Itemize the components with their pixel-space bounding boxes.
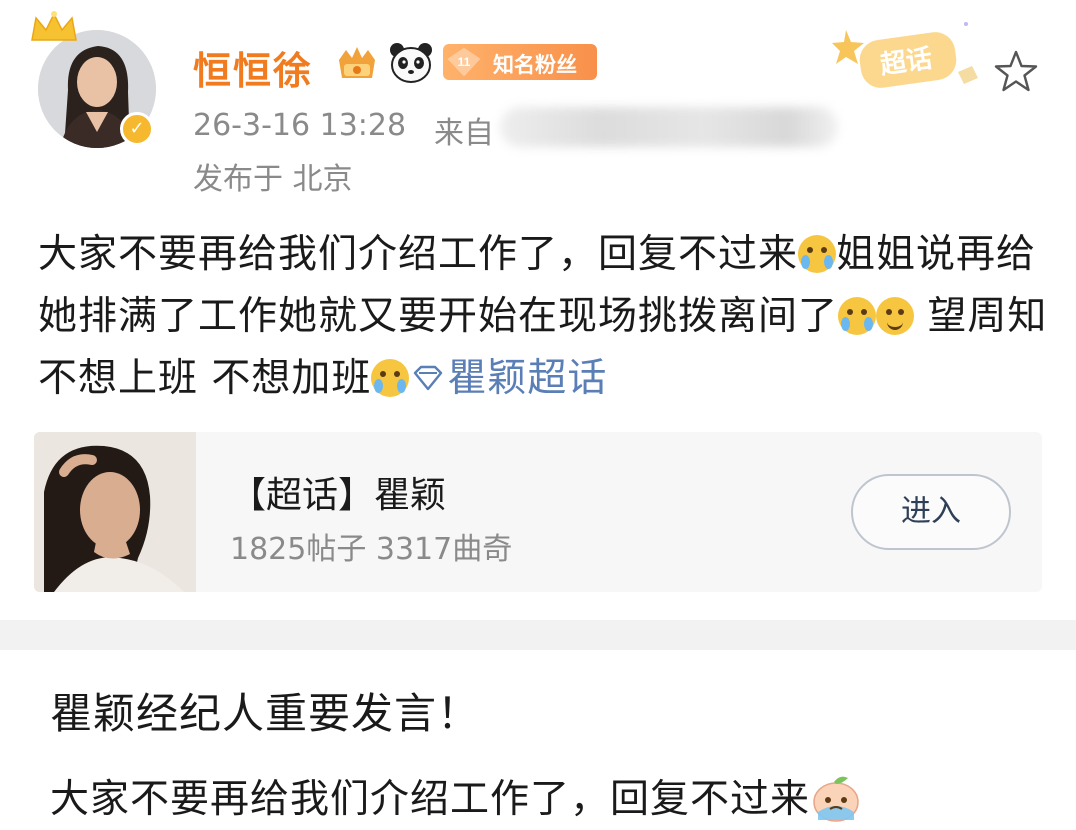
article-headline: 瞿颖经纪人重要发言！ — [50, 689, 481, 738]
post-source-prefix: 来自 — [434, 116, 494, 151]
fan-badge[interactable]: 11 知名粉丝 — [443, 44, 597, 80]
fan-badge-label: 知名粉丝 — [493, 53, 577, 77]
article-body-text: 大家不要再给我们介绍工作了，回复不过来 — [50, 777, 811, 822]
section-divider — [0, 620, 1076, 650]
topic-card-title: 【超话】瞿颖 — [230, 475, 447, 516]
post-location: 发布于 北京 — [193, 162, 353, 197]
vip-crown-badge-icon[interactable] — [336, 44, 378, 82]
avatar-container[interactable]: ✓ — [31, 11, 156, 148]
crying-emoji-icon — [371, 359, 410, 397]
verified-badge-icon: ✓ — [120, 112, 154, 146]
enter-topic-button[interactable]: 进入 — [851, 474, 1011, 550]
crying-peach-emoji-icon — [813, 776, 859, 822]
fan-level-diamond-icon: 11 — [447, 47, 481, 77]
weibo-post-card: ✓ 恒恒徐 11 知名粉丝 26-3-16 13:28 来自 发布于 北京 超话 — [0, 0, 1076, 620]
article-body: 大家不要再给我们介绍工作了，回复不过来 — [50, 768, 862, 824]
super-topic-badge-icon[interactable]: 超话 — [826, 16, 986, 96]
topic-thumbnail — [34, 432, 196, 592]
post-body-text-1: 大家不要再给我们介绍工作了，回复不过来 — [38, 232, 799, 277]
crying-emoji-icon — [838, 297, 877, 335]
crying-emoji-icon — [798, 235, 837, 273]
topic-card-stats: 1825帖子 3317曲奇 — [230, 532, 513, 567]
fan-level-number: 11 — [458, 55, 471, 69]
post-timestamp: 26-3-16 13:28 — [193, 108, 407, 143]
blurred-source-device — [500, 107, 838, 147]
username[interactable]: 恒恒徐 — [193, 40, 313, 95]
super-topic-card[interactable]: 【超话】瞿颖 1825帖子 3317曲奇 进入 — [34, 432, 1042, 592]
panda-badge-icon[interactable] — [388, 40, 434, 84]
smile-emoji-icon — [876, 297, 915, 335]
article-section: 瞿颖经纪人重要发言！ 大家不要再给我们介绍工作了，回复不过来 — [0, 650, 1076, 830]
post-body: 大家不要再给我们介绍工作了，回复不过来 姐姐说再给她排满了工作她就又要开始在现场挑… — [38, 224, 1048, 410]
crown-icon — [31, 11, 77, 41]
super-topic-diamond-icon — [414, 365, 443, 391]
star-icon[interactable] — [992, 48, 1040, 96]
super-topic-link[interactable]: 瞿颖超话 — [447, 356, 607, 401]
